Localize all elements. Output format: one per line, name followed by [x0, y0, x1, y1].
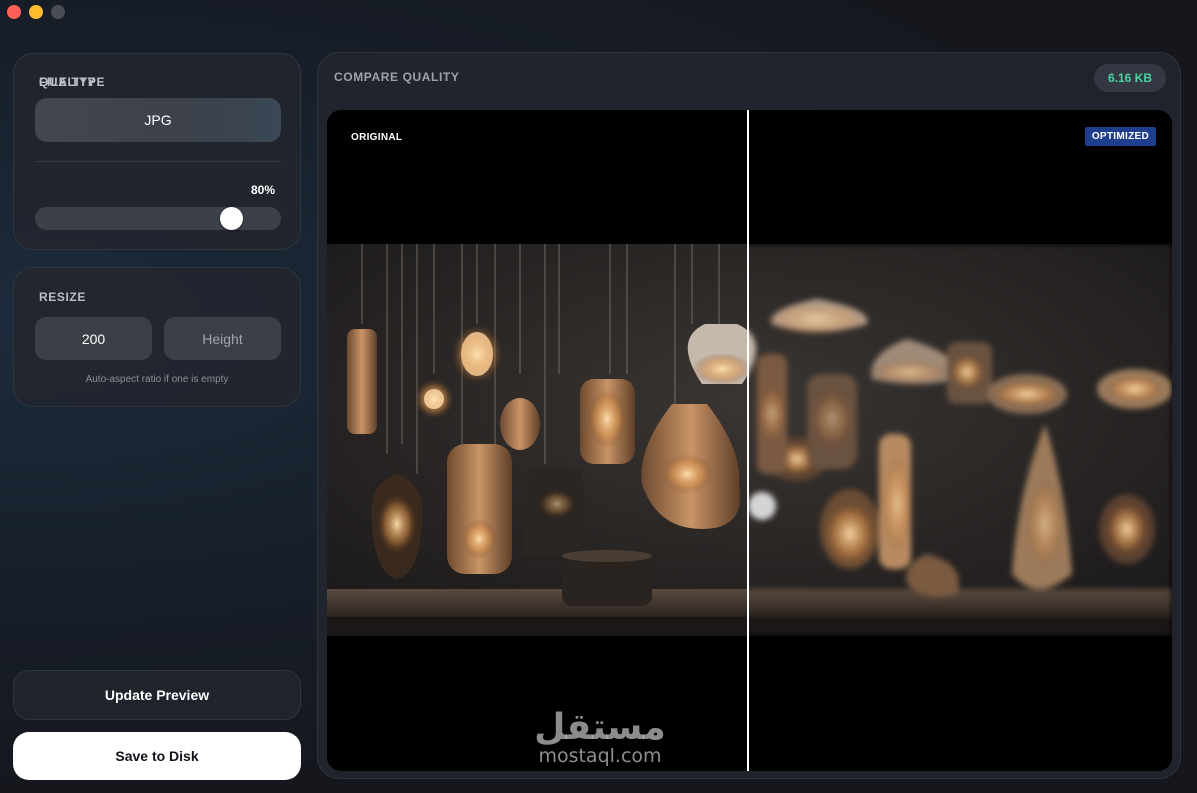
compare-panel: COMPARE QUALITY 6.16 KB ORIGINAL OPTIMIZ… [317, 52, 1181, 779]
resize-hint: Auto-aspect ratio if one is empty [85, 374, 229, 385]
optimized-badge: OPTIMIZED [1084, 127, 1156, 146]
minimize-window-button[interactable] [29, 5, 43, 19]
original-label: ORIGINAL [351, 132, 403, 143]
lamps-image-original [327, 244, 748, 636]
divider [35, 161, 281, 162]
original-image [327, 244, 748, 636]
height-input[interactable] [164, 317, 281, 360]
compare-title: COMPARE QUALITY [334, 70, 460, 84]
file-type-panel: FILE TYPE JPG QUALITY 80% [13, 53, 301, 250]
quality-value: 80% [250, 183, 275, 197]
window-controls [7, 5, 65, 19]
save-to-disk-button[interactable]: Save to Disk [13, 732, 301, 780]
quality-slider-thumb[interactable] [220, 207, 243, 230]
zoom-window-button[interactable] [51, 5, 65, 19]
optimized-image [748, 244, 1172, 636]
resize-title: RESIZE [39, 290, 86, 304]
quality-title: QUALITY [39, 75, 96, 89]
compare-viewer[interactable]: ORIGINAL OPTIMIZED مستقل mostaql.com [327, 110, 1172, 771]
watermark-latin: mostaql.com [538, 745, 662, 767]
watermark-arabic: مستقل [534, 707, 666, 748]
update-preview-button[interactable]: Update Preview [13, 670, 301, 720]
preview-image [327, 244, 1172, 636]
width-input[interactable] [35, 317, 152, 360]
lamps-image-optimized [748, 244, 1172, 636]
file-size-badge: 6.16 KB [1094, 64, 1166, 92]
compare-split-handle[interactable] [747, 110, 749, 771]
quality-slider[interactable] [35, 207, 281, 230]
watermark: مستقل mostaql.com [525, 707, 675, 767]
close-window-button[interactable] [7, 5, 21, 19]
resize-panel: RESIZE Auto-aspect ratio if one is empty [13, 267, 301, 407]
file-type-select[interactable]: JPG [35, 98, 281, 142]
